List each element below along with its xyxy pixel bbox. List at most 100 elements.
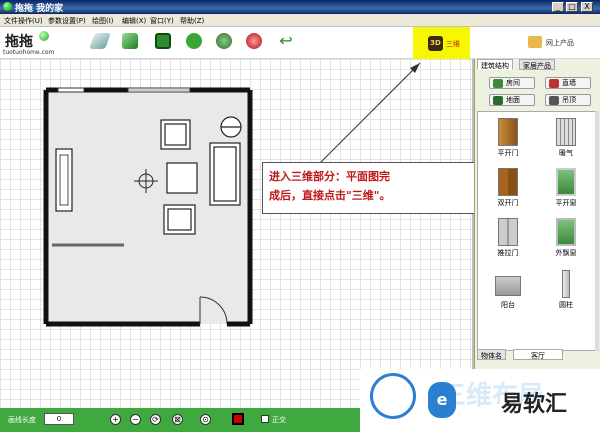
maximize-button[interactable]: □: [566, 2, 578, 12]
menu-window[interactable]: 窗口(Y): [150, 16, 174, 26]
room-category-button[interactable]: 房间: [489, 77, 535, 89]
callout-text: 进入三维部分：平面图完 成后，直接点击"三维"。: [269, 167, 489, 205]
drawing-canvas[interactable]: [0, 59, 472, 408]
minimize-button[interactable]: _: [552, 2, 564, 12]
redo-icon[interactable]: [216, 33, 232, 49]
casement-window-icon: [556, 168, 576, 196]
item-balcony[interactable]: 阳台: [480, 268, 536, 314]
3d-cube-icon: 3D: [428, 36, 443, 51]
column-icon: [562, 270, 570, 298]
callout-leader: [319, 62, 421, 164]
floor-category-button[interactable]: 地面: [489, 94, 535, 106]
toolbar: 拖拖 tuotuohome.com ↩ 3D 三维 网上产品: [0, 27, 600, 68]
tab-object-name[interactable]: 物体名: [477, 349, 506, 360]
item-label: 平开窗: [555, 199, 577, 207]
wall-category-label: 直墙: [562, 79, 576, 87]
component-grid: 平开门 暖气 双开门 平开窗 推拉门 外飘窗 阳台 圆柱: [477, 111, 598, 351]
wall-length-label: 画线长度: [8, 416, 36, 424]
object-tabs: 物体名 客厅: [477, 349, 598, 360]
room-icon: [493, 79, 503, 88]
top-left-window: [57, 87, 85, 93]
tab-home-products[interactable]: 家居产品: [519, 59, 555, 70]
sliding-door-icon: [498, 218, 518, 246]
panel-tabs: 建筑结构 家居产品: [477, 59, 599, 70]
watermark-logo-icon: [370, 373, 416, 419]
item-column[interactable]: 圆柱: [538, 268, 594, 314]
item-label: 双开门: [497, 199, 519, 207]
ortho-checkbox[interactable]: [261, 415, 269, 423]
room-icon[interactable]: [122, 33, 138, 49]
item-label: 外飘窗: [555, 249, 577, 257]
window-title: 拖拖 我的家: [15, 4, 64, 14]
sofa: [209, 142, 241, 206]
item-double-door[interactable]: 双开门: [480, 166, 536, 212]
zoom-in-button[interactable]: +: [110, 414, 121, 425]
item-bay-window[interactable]: 外飘窗: [538, 216, 594, 262]
stop-icon[interactable]: [246, 33, 262, 49]
rotate-button[interactable]: ⟳: [150, 414, 161, 425]
close-button[interactable]: X: [581, 2, 593, 12]
menu-edit[interactable]: 编辑(X): [122, 16, 146, 26]
coffee-table: [166, 162, 198, 194]
ceiling-category-label: 吊顶: [562, 96, 576, 104]
app-icon: [3, 2, 12, 11]
wall-category-button[interactable]: 直墙: [545, 77, 591, 89]
online-products-label: 网上产品: [546, 39, 574, 47]
lamp: [220, 116, 242, 138]
tab-living-room[interactable]: 客厅: [513, 349, 563, 360]
armchair-top: [160, 119, 191, 150]
room-category-label: 房间: [506, 79, 520, 87]
tv-cabinet: [55, 148, 73, 212]
wall-length-field[interactable]: 0: [44, 413, 74, 425]
double-door-icon: [498, 168, 518, 196]
zoom-out-button[interactable]: −: [130, 414, 141, 425]
room-floor: [46, 90, 250, 324]
logo: 拖拖 tuotuohome.com: [3, 31, 65, 57]
armchair-bottom: [163, 204, 196, 235]
item-label: 推拉门: [497, 249, 519, 257]
floor-category-label: 地面: [506, 96, 520, 104]
item-casement-window[interactable]: 平开窗: [538, 166, 594, 212]
item-swing-door[interactable]: 平开门: [480, 116, 536, 162]
save-icon[interactable]: [155, 33, 171, 49]
floor-plan[interactable]: [0, 59, 472, 408]
swing-door-icon: [498, 118, 518, 146]
online-products-button[interactable]: 网上产品: [528, 35, 584, 51]
menu-params[interactable]: 参数设置(P): [48, 16, 86, 26]
component-panel: 建筑结构 家居产品 房间 直墙 地面 吊顶 平开门 暖气 双开门 平开窗 推拉门…: [474, 59, 600, 369]
status-bar: 画线长度 0 + − ⟳ ⊠ ⊙ 正交: [0, 408, 360, 432]
callout-line-2: 成后，直接点击"三维"。: [269, 189, 391, 202]
menu-draw[interactable]: 绘图(I): [92, 16, 114, 26]
logo-mark: 拖拖: [5, 34, 33, 50]
fit-button[interactable]: ⊠: [172, 414, 183, 425]
item-label: 平开门: [497, 149, 519, 157]
radiator-icon: [556, 118, 576, 146]
ortho-label: 正交: [272, 416, 286, 424]
draw-wall-icon[interactable]: [89, 33, 111, 49]
instruction-callout: 进入三维部分：平面图完 成后，直接点击"三维"。: [262, 162, 492, 214]
center-button[interactable]: ⊙: [200, 414, 211, 425]
item-label: 阳台: [501, 301, 515, 309]
menu-bar: 文件操作(U) 参数设置(P) 绘图(I) 编辑(X) 窗口(Y) 帮助(Z): [0, 14, 600, 27]
watermark: 三维布局 e 易软汇: [360, 369, 600, 432]
component-scrollbar[interactable]: [595, 111, 599, 351]
balcony-icon: [495, 276, 521, 296]
item-sliding-door[interactable]: 推拉门: [480, 216, 536, 262]
callout-line-1: 进入三维部分：平面图完: [269, 170, 390, 183]
tab-building-structure[interactable]: 建筑结构: [477, 59, 513, 70]
3d-view-label: 三维: [446, 40, 460, 48]
title-bar: 拖拖 我的家 _ □ X: [0, 0, 600, 14]
ceiling-category-button[interactable]: 吊顶: [545, 94, 591, 106]
item-radiator[interactable]: 暖气: [538, 116, 594, 162]
ceiling-icon: [549, 96, 559, 105]
item-label: 暖气: [559, 149, 573, 157]
back-icon[interactable]: ↩: [278, 33, 294, 49]
menu-help[interactable]: 帮助(Z): [180, 16, 204, 26]
watermark-text: 易软汇: [501, 392, 568, 417]
undo-icon[interactable]: [186, 33, 202, 49]
menu-file[interactable]: 文件操作(U): [4, 16, 43, 26]
shop-icon: [528, 36, 542, 48]
wall-icon: [549, 79, 559, 88]
color-picker[interactable]: [232, 413, 244, 425]
logo-ball-icon: [39, 31, 49, 41]
